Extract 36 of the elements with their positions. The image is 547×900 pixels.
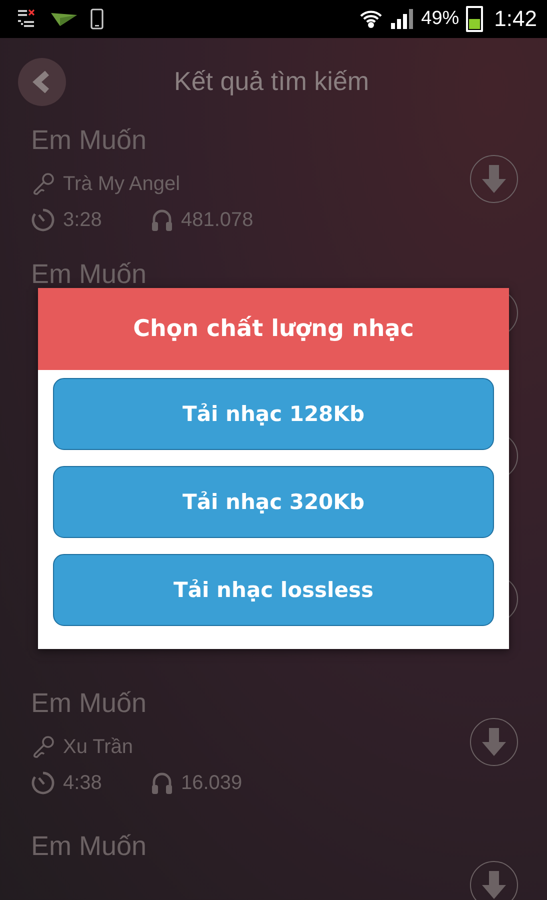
download-button[interactable]	[470, 861, 518, 900]
arrow-down-icon	[482, 165, 506, 193]
battery-icon	[466, 6, 484, 32]
song-title[interactable]: Em Muốn	[31, 125, 147, 155]
stopwatch-icon	[31, 771, 55, 795]
song-title[interactable]: Em Muốn	[31, 688, 147, 718]
clock-time: 1:42	[494, 6, 537, 32]
quality-option-button[interactable]: Tải nhạc 320Kb	[53, 466, 494, 538]
headphones-icon	[151, 208, 173, 232]
play-count: 16.039	[181, 772, 242, 794]
signal-icon	[390, 9, 414, 29]
battery-percent: 49%	[421, 8, 460, 30]
microphone-icon	[31, 735, 55, 759]
quality-option-button[interactable]: Tải nhạc lossless	[53, 554, 494, 626]
dialog-title: Chọn chất lượng nhạc	[133, 316, 414, 342]
song-title[interactable]: Em Muốn	[31, 831, 147, 861]
microphone-icon	[31, 172, 55, 196]
quality-option-button[interactable]: Tải nhạc 128Kb	[53, 378, 494, 450]
wifi-icon	[359, 8, 384, 30]
song-title[interactable]: Em Muốn	[31, 259, 147, 289]
back-button[interactable]	[18, 58, 66, 106]
song-duration: 4:38	[63, 772, 103, 794]
download-button[interactable]	[470, 718, 518, 766]
phone-icon	[90, 8, 104, 30]
chevron-left-icon	[32, 70, 52, 92]
play-count: 481.078	[181, 208, 254, 232]
paper-plane-icon	[50, 10, 78, 28]
artist-name: Xu Trần	[63, 736, 134, 758]
arrow-down-icon	[482, 871, 506, 899]
download-button[interactable]	[470, 155, 518, 203]
stopwatch-icon	[31, 208, 55, 232]
screen-title: Kết quả tìm kiếm	[174, 66, 370, 97]
arrow-down-icon	[482, 728, 506, 756]
song-duration: 3:28	[63, 208, 103, 232]
artist-name: Trà My Angel	[63, 172, 180, 196]
headphones-icon	[151, 771, 173, 795]
